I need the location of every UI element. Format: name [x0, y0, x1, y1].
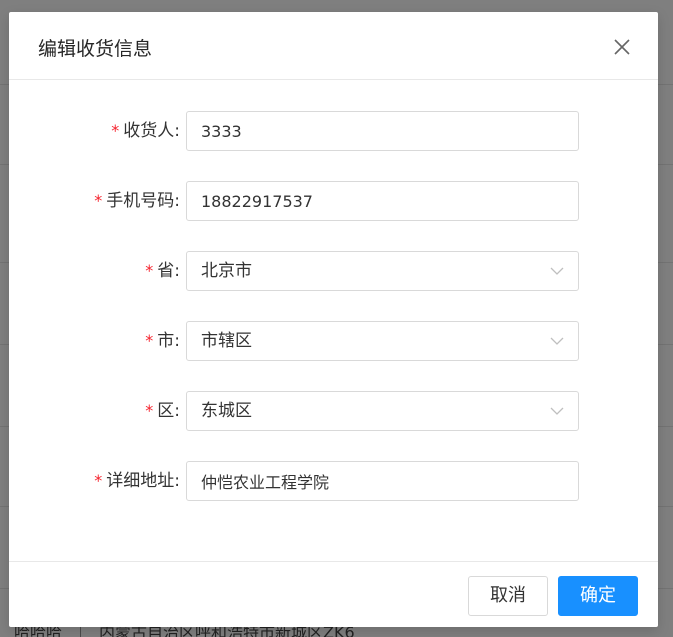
- city-selected-value: 市辖区: [201, 331, 252, 351]
- phone-input[interactable]: [187, 182, 578, 220]
- form-row-province: * 省: 北京市: [9, 251, 658, 291]
- district-select[interactable]: 东城区: [186, 391, 579, 431]
- province-select[interactable]: 北京市: [186, 251, 579, 291]
- city-select[interactable]: 市辖区: [186, 321, 579, 361]
- province-selected-value: 北京市: [201, 261, 252, 281]
- phone-field-wrapper: [186, 181, 579, 221]
- cancel-button[interactable]: 取消: [468, 576, 548, 616]
- modal-footer: 取消 确定: [9, 561, 658, 627]
- required-mark: *: [94, 471, 103, 490]
- required-mark: *: [94, 191, 103, 210]
- required-mark: *: [145, 401, 154, 420]
- required-mark: *: [145, 261, 154, 280]
- phone-label: * 手机号码:: [94, 191, 180, 211]
- district-selected-value: 东城区: [201, 401, 252, 421]
- address-input[interactable]: [187, 462, 578, 500]
- recipient-field-wrapper: [186, 111, 579, 151]
- chevron-down-icon: [550, 407, 564, 415]
- address-label: * 详细地址:: [94, 471, 180, 491]
- province-label: * 省:: [145, 261, 180, 281]
- chevron-down-icon: [550, 337, 564, 345]
- city-label: * 市:: [145, 331, 180, 351]
- address-field-wrapper: [186, 461, 579, 501]
- form-row-recipient: * 收货人:: [9, 111, 658, 151]
- chevron-down-icon: [550, 267, 564, 275]
- form-row-phone: * 手机号码:: [9, 181, 658, 221]
- form-row-address: * 详细地址:: [9, 461, 658, 501]
- form-row-district: * 区: 东城区: [9, 391, 658, 431]
- district-label: * 区:: [145, 401, 180, 421]
- recipient-input[interactable]: [187, 112, 578, 150]
- confirm-button[interactable]: 确定: [558, 576, 638, 616]
- close-icon[interactable]: [610, 35, 634, 59]
- modal-header: 编辑收货信息: [9, 12, 658, 80]
- modal-title: 编辑收货信息: [38, 38, 153, 60]
- recipient-label: * 收货人:: [111, 121, 180, 141]
- form-row-city: * 市: 市辖区: [9, 321, 658, 361]
- required-mark: *: [111, 121, 120, 140]
- required-mark: *: [145, 331, 154, 350]
- edit-shipping-modal: 编辑收货信息 *收货人: *手机号码: *省: 北京市 *市: 市辖区: [9, 12, 658, 627]
